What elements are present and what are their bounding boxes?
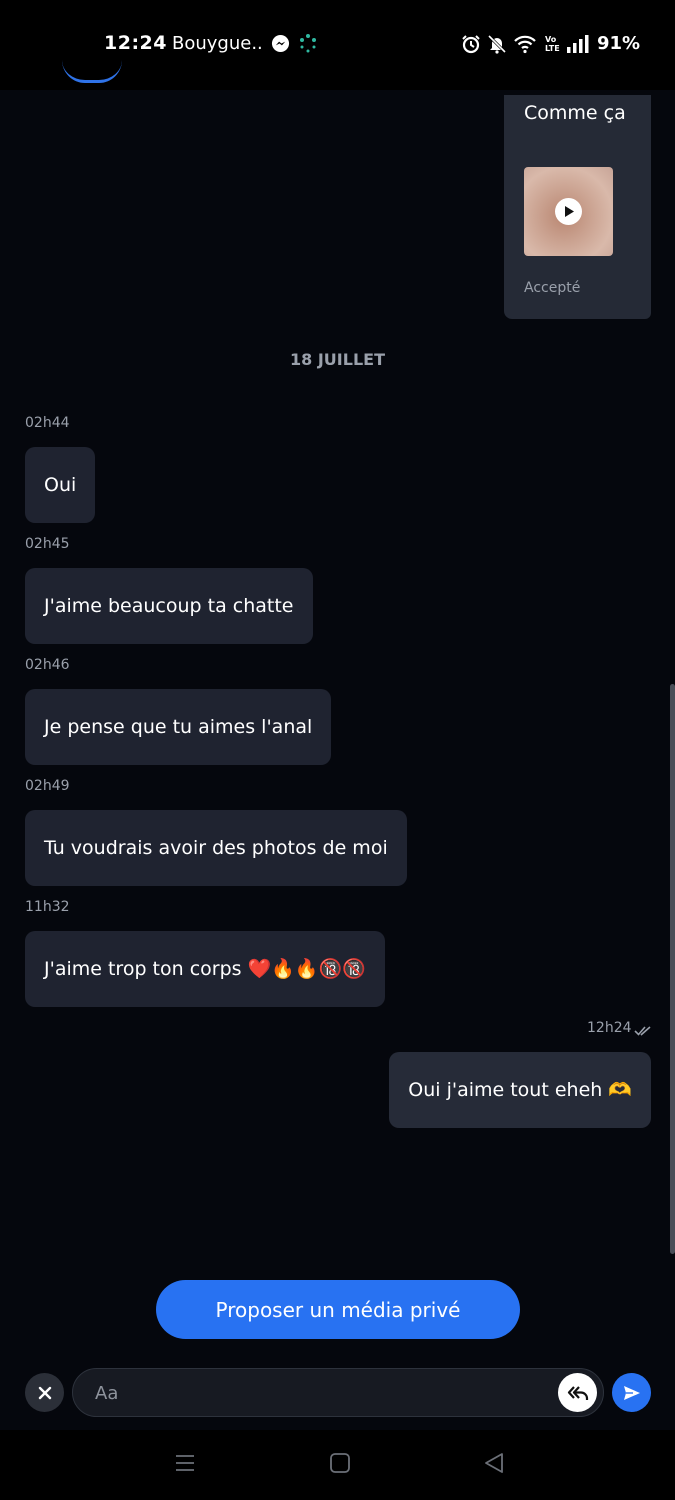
scrollbar[interactable]: [670, 684, 675, 1254]
back-icon[interactable]: [483, 1452, 505, 1478]
media-message-card[interactable]: Comme ça Accepté: [504, 95, 651, 319]
message-composer[interactable]: [72, 1368, 604, 1418]
incoming-message[interactable]: J'aime trop ton corps ❤️🔥🔥🔞🔞: [25, 931, 385, 1007]
message-input[interactable]: [93, 1369, 537, 1418]
send-icon: [623, 1385, 640, 1400]
media-status: Accepté: [524, 280, 581, 296]
system-nav-bar: [0, 1430, 675, 1500]
message-time: 02h49: [25, 778, 70, 794]
message-time: 11h32: [25, 899, 70, 915]
incoming-message[interactable]: Je pense que tu aimes l'anal: [25, 689, 332, 765]
reply-all-icon: [567, 1385, 588, 1400]
send-button[interactable]: [612, 1373, 651, 1412]
message-list[interactable]: Comme ça Accepté 18 JUILLET 02h44 Oui 02…: [0, 0, 675, 1260]
propose-private-media-button[interactable]: Proposer un média privé: [156, 1280, 520, 1339]
message-time: 02h44: [25, 415, 70, 431]
message-time: 12h24: [587, 1020, 632, 1036]
quick-reply-button[interactable]: [558, 1373, 597, 1412]
message-time: 02h46: [25, 657, 70, 673]
date-separator: 18 JUILLET: [290, 350, 385, 369]
media-caption: Comme ça: [524, 102, 626, 124]
outgoing-message[interactable]: Oui j'aime tout eheh 🫶: [389, 1052, 651, 1128]
incoming-message[interactable]: Tu voudrais avoir des photos de moi: [25, 810, 407, 886]
video-thumbnail[interactable]: [524, 167, 613, 256]
close-button[interactable]: [25, 1373, 64, 1412]
home-icon[interactable]: [329, 1452, 351, 1478]
close-icon: [38, 1386, 51, 1399]
recent-apps-icon[interactable]: [174, 1452, 196, 1478]
incoming-message[interactable]: J'aime beaucoup ta chatte: [25, 568, 313, 644]
message-time: 02h45: [25, 536, 70, 552]
incoming-message[interactable]: Oui: [25, 447, 96, 523]
chat-screen: 12:24 Bouygue.. Vo LTE 91% Comme ça Acce…: [0, 0, 675, 1500]
double-check-icon: [634, 1022, 652, 1041]
play-icon[interactable]: [555, 198, 582, 225]
